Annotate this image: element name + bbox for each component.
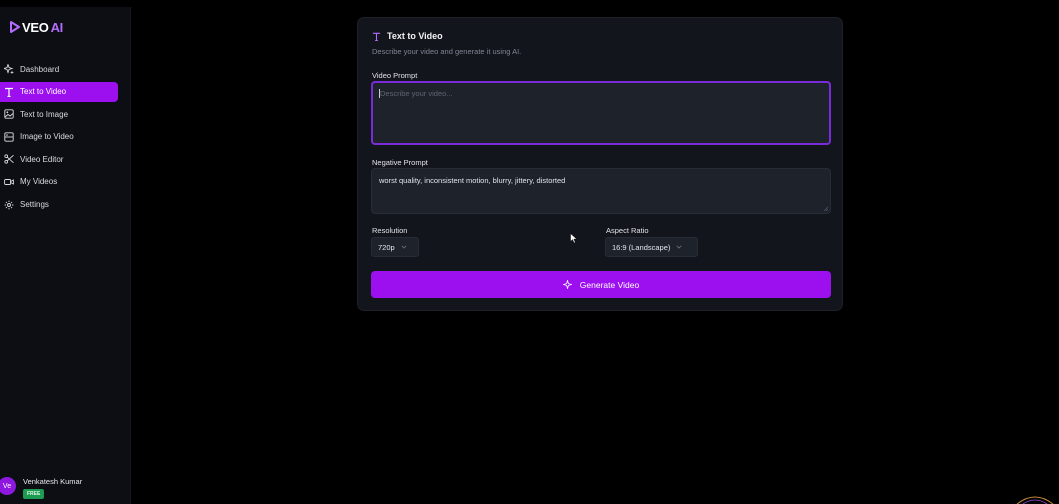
- sidebar-item-label: Text to Image: [20, 109, 69, 119]
- negative-prompt-label: Negative Prompt: [372, 158, 428, 167]
- sidebar-item-label: Settings: [20, 200, 49, 210]
- aspect-ratio-value: 16:9 (Landscape): [612, 242, 671, 252]
- sparkles-icon: [562, 280, 572, 289]
- logo-accent-text: AI: [50, 19, 64, 35]
- logo[interactable]: VEO AI: [10, 19, 63, 35]
- aspect-ratio-label: Aspect Ratio: [606, 226, 649, 235]
- gear-icon: [3, 199, 14, 210]
- sidebar-item-image-to-video[interactable]: Image to Video: [0, 127, 118, 147]
- sidebar-item-label: Image to Video: [20, 132, 74, 142]
- sidebar-item-text-to-image[interactable]: Text to Image: [0, 104, 118, 124]
- sparkles-icon: [3, 64, 14, 75]
- card-title: Text to Video: [387, 31, 443, 41]
- sidebar-item-label: Text to Video: [20, 87, 67, 97]
- sidebar-item-label: Video Editor: [20, 154, 64, 164]
- video-prompt-input[interactable]: [371, 81, 831, 145]
- generate-video-label: Generate Video: [579, 279, 640, 290]
- aspect-ratio-select[interactable]: 16:9 (Landscape): [605, 237, 698, 257]
- sidebar-item-video-editor[interactable]: Video Editor: [0, 149, 118, 169]
- negative-prompt-input[interactable]: worst quality, inconsistent motion, blur…: [371, 168, 831, 214]
- avatar: Ve: [0, 477, 16, 495]
- sidebar-nav: Dashboard Text to Video Text to Image Im…: [0, 59, 131, 217]
- image-video-icon: [3, 131, 14, 142]
- video-prompt-label: Video Prompt: [372, 71, 418, 80]
- text-to-video-card: Text to Video Describe your video and ge…: [357, 17, 843, 311]
- sidebar-item-dashboard[interactable]: Dashboard: [0, 59, 118, 79]
- sidebar-item-label: Dashboard: [20, 64, 60, 74]
- corner-ring-icon: [1016, 496, 1054, 504]
- image-icon: [3, 109, 14, 120]
- sidebar-item-label: My Videos: [20, 177, 58, 187]
- play-logo-icon: [10, 21, 20, 33]
- scissors-icon: [3, 154, 14, 165]
- main-content: Text to Video Describe your video and ge…: [131, 0, 1059, 504]
- generate-video-button[interactable]: Generate Video: [371, 271, 831, 298]
- text-cursor: [379, 89, 380, 98]
- chevron-down-icon: [676, 245, 682, 249]
- card-description: Describe your video and generate it usin…: [372, 47, 522, 56]
- user-name: Venkatesh Kumar: [23, 477, 83, 486]
- app-window: VEO AI Dashboard Text to Video Text to I…: [0, 0, 1059, 504]
- sidebar-item-settings[interactable]: Settings: [0, 195, 118, 215]
- logo-text: VEO: [22, 19, 49, 35]
- card-header: Text to Video: [372, 31, 443, 41]
- negative-prompt-value: worst quality, inconsistent motion, blur…: [379, 176, 566, 185]
- plan-badge: FREE: [23, 489, 45, 499]
- chevron-down-icon: [401, 245, 407, 249]
- text-type-icon: [372, 32, 381, 41]
- video-camera-icon: [3, 176, 14, 187]
- sidebar-item-my-videos[interactable]: My Videos: [0, 172, 118, 192]
- resolution-label: Resolution: [372, 226, 408, 235]
- sidebar-item-text-to-video[interactable]: Text to Video: [0, 81, 118, 102]
- user-profile[interactable]: Ve Venkatesh Kumar FREE: [0, 474, 131, 504]
- text-type-icon: [3, 86, 14, 97]
- resolution-value: 720p: [378, 242, 395, 252]
- resolution-select[interactable]: 720p: [371, 237, 419, 257]
- sidebar: VEO AI Dashboard Text to Video Text to I…: [0, 7, 131, 504]
- mouse-pointer-icon: [570, 233, 578, 244]
- resize-grip-icon[interactable]: [823, 206, 828, 211]
